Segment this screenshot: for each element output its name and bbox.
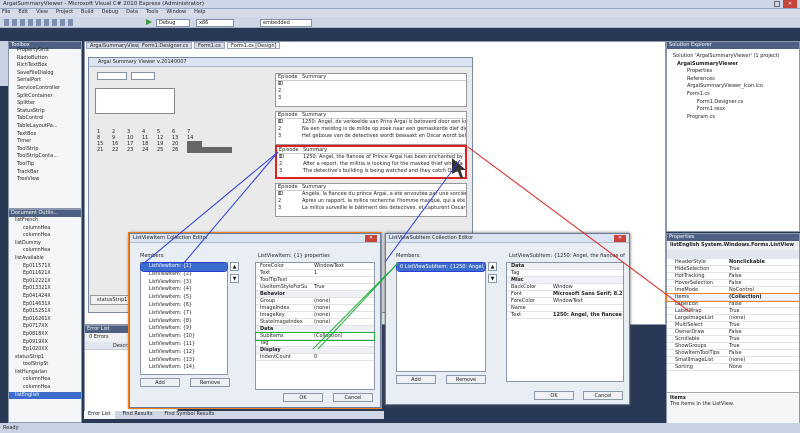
green-annotation-line xyxy=(317,262,399,350)
blue-annotation-line xyxy=(142,151,279,265)
annotation-lines xyxy=(142,146,691,350)
blue-annotation-line xyxy=(384,159,461,263)
blue-annotation-line xyxy=(182,151,279,265)
red-annotation-line xyxy=(467,146,691,313)
status-bar: Ready xyxy=(0,423,800,433)
green-annotation-line xyxy=(312,262,399,350)
